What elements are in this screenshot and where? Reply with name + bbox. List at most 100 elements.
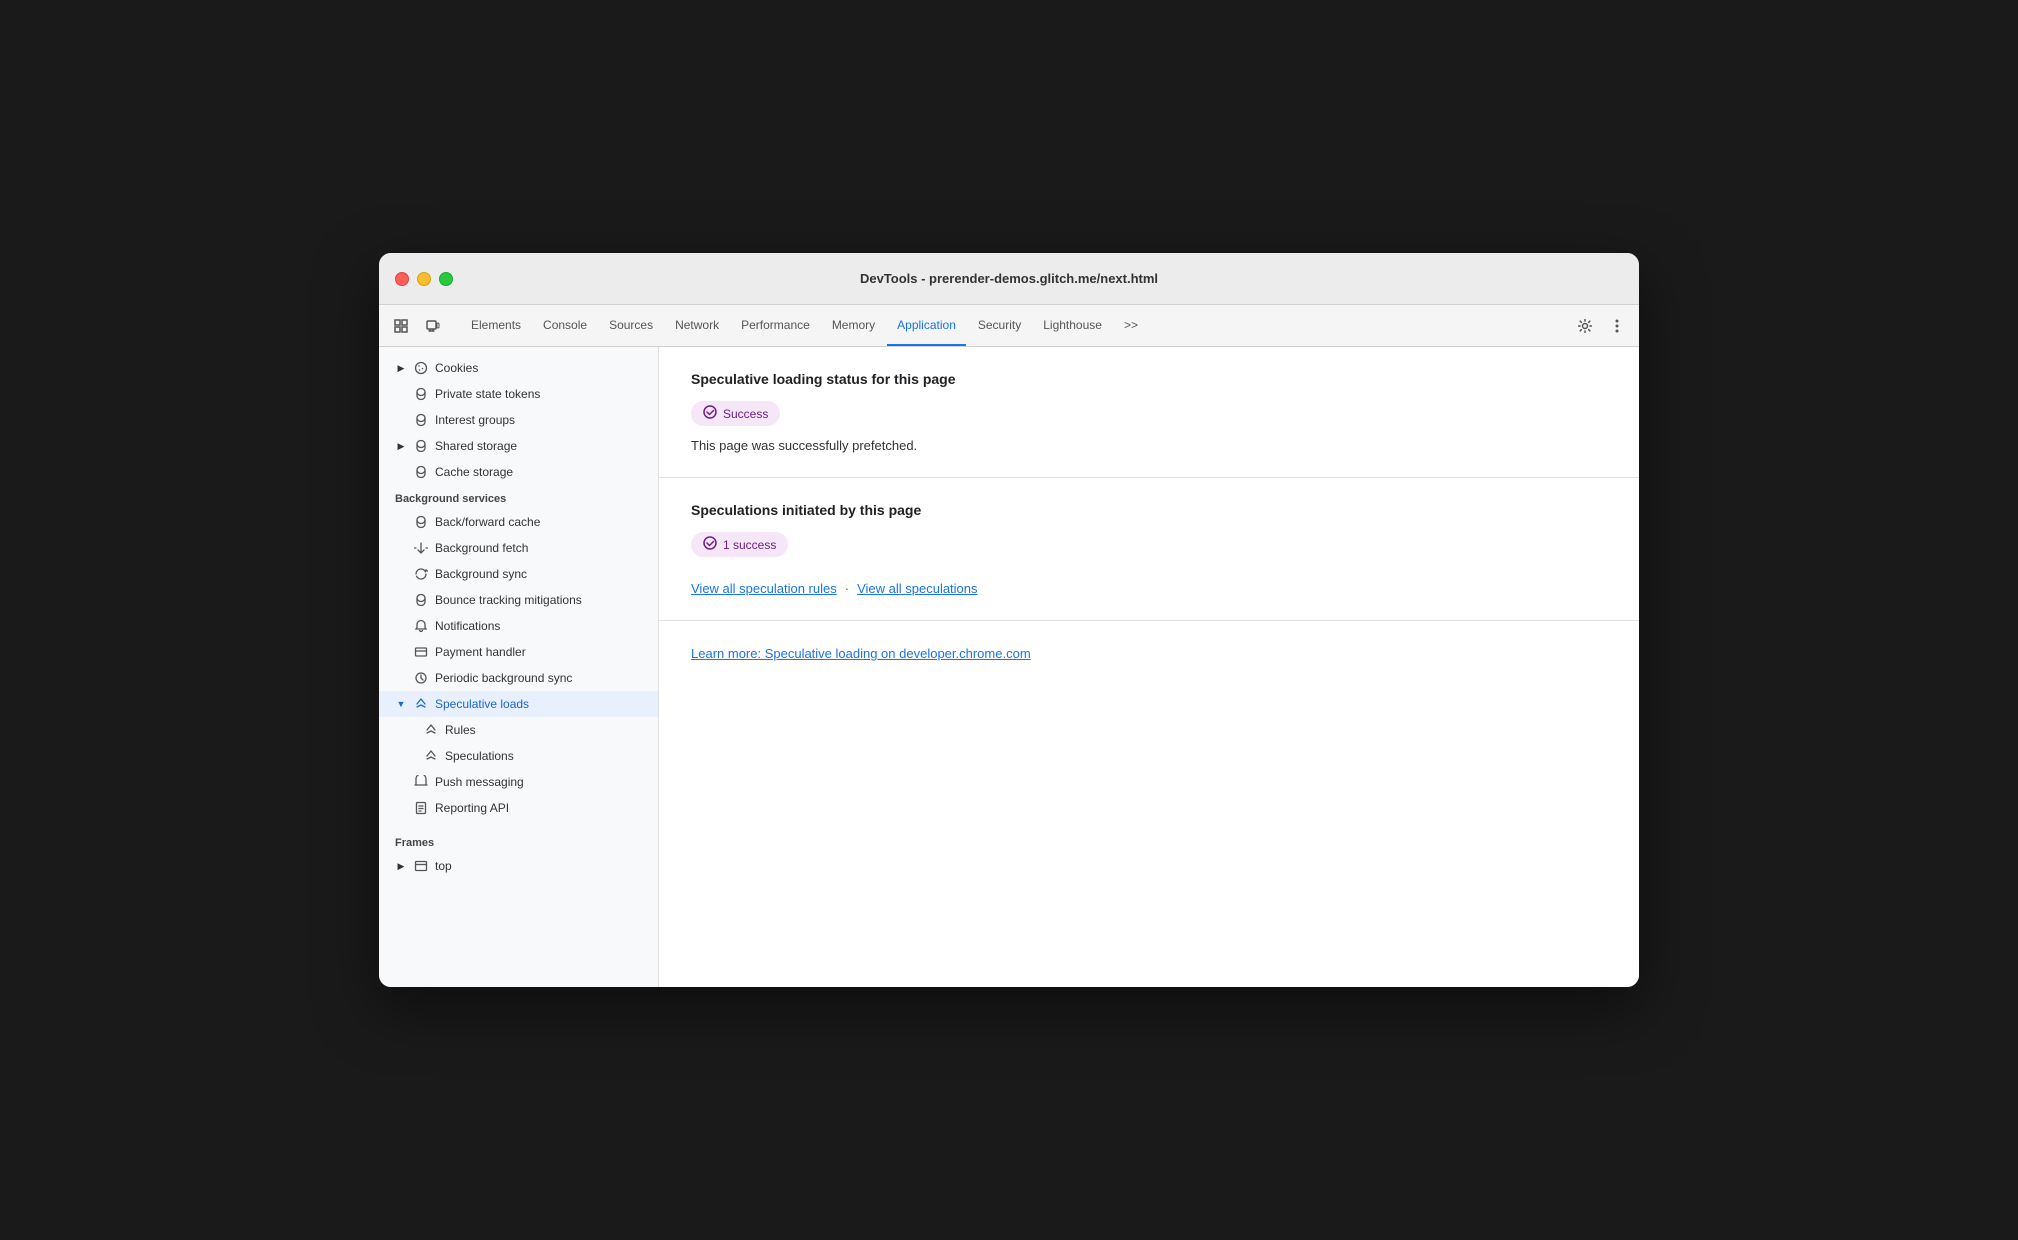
top-frame-icon xyxy=(413,858,429,874)
tab-actions xyxy=(1571,305,1631,346)
sidebar-item-bg-fetch[interactable]: ▶ Background fetch xyxy=(379,535,658,561)
status-section: Speculative loading status for this page… xyxy=(659,347,1639,478)
sidebar-item-top-frame[interactable]: ▶ top xyxy=(379,853,658,879)
top-frame-expand-icon: ▶ xyxy=(395,860,407,872)
cache-storage-icon xyxy=(413,464,429,480)
shared-storage-expand: ▶ xyxy=(395,440,407,452)
bounce-tracking-icon xyxy=(413,592,429,608)
periodic-bg-sync-label: Periodic background sync xyxy=(435,671,650,685)
sidebar-item-reporting-api[interactable]: ▶ Reporting API xyxy=(379,795,658,821)
sidebar-item-shared-storage[interactable]: ▶ Shared storage xyxy=(379,433,658,459)
speculative-loads-icon xyxy=(413,696,429,712)
sidebar-item-interest-groups[interactable]: ▶ Interest groups xyxy=(379,407,658,433)
sidebar-item-notifications[interactable]: ▶ Notifications xyxy=(379,613,658,639)
sidebar-item-rules[interactable]: Rules xyxy=(379,717,658,743)
settings-icon[interactable] xyxy=(1571,312,1599,340)
tab-network[interactable]: Network xyxy=(665,305,729,346)
main-layout: ▶ Cookies ▶ xyxy=(379,347,1639,987)
shared-storage-icon xyxy=(413,438,429,454)
speculations-section: Speculations initiated by this page 1 su… xyxy=(659,478,1639,621)
learn-more-link[interactable]: Learn more: Speculative loading on devel… xyxy=(691,646,1031,661)
sidebar-item-back-forward[interactable]: ▶ Back/forward cache xyxy=(379,509,658,535)
link-separator: · xyxy=(845,581,849,596)
sidebar-item-cookies[interactable]: ▶ Cookies xyxy=(379,355,658,381)
view-speculation-rules-link[interactable]: View all speculation rules xyxy=(691,581,837,596)
tab-more[interactable]: >> xyxy=(1114,305,1148,346)
back-forward-label: Back/forward cache xyxy=(435,515,650,529)
bg-fetch-label: Background fetch xyxy=(435,541,650,555)
tab-performance[interactable]: Performance xyxy=(731,305,820,346)
tab-security[interactable]: Security xyxy=(968,305,1031,346)
speculation-links: View all speculation rules · View all sp… xyxy=(691,581,1607,596)
speculations-title: Speculations initiated by this page xyxy=(691,502,1607,518)
push-messaging-label: Push messaging xyxy=(435,775,650,789)
minimize-button[interactable] xyxy=(417,272,431,286)
top-frame-label: top xyxy=(435,859,650,873)
status-badge: Success xyxy=(691,401,780,426)
cookies-icon xyxy=(413,360,429,376)
notifications-label: Notifications xyxy=(435,619,650,633)
devtools-window: DevTools - prerender-demos.glitch.me/nex… xyxy=(379,253,1639,987)
rules-icon xyxy=(423,722,439,738)
speculations-icon xyxy=(423,748,439,764)
payment-handler-icon xyxy=(413,644,429,660)
bounce-tracking-label: Bounce tracking mitigations xyxy=(435,593,650,607)
tab-sources[interactable]: Sources xyxy=(599,305,663,346)
private-state-icon xyxy=(413,386,429,402)
sidebar-item-speculations[interactable]: Speculations xyxy=(379,743,658,769)
sidebar-item-speculative-loads[interactable]: ▼ Speculative loads xyxy=(379,691,658,717)
window-title: DevTools - prerender-demos.glitch.me/nex… xyxy=(860,271,1158,286)
interest-groups-icon xyxy=(413,412,429,428)
payment-handler-label: Payment handler xyxy=(435,645,650,659)
sidebar-item-private-state[interactable]: ▶ Private state tokens xyxy=(379,381,658,407)
maximize-button[interactable] xyxy=(439,272,453,286)
inspect-icon[interactable] xyxy=(387,312,415,340)
speculations-label: Speculations xyxy=(445,749,650,763)
tab-icons xyxy=(387,305,447,346)
tabbar: Elements Console Sources Network Perform… xyxy=(379,305,1639,347)
more-options-icon[interactable] xyxy=(1603,312,1631,340)
background-services-header: Background services xyxy=(379,485,658,509)
device-icon[interactable] xyxy=(419,312,447,340)
tab-application[interactable]: Application xyxy=(887,305,966,346)
status-badge-icon xyxy=(703,405,717,422)
cookies-expand-icon: ▶ xyxy=(395,362,407,374)
titlebar: DevTools - prerender-demos.glitch.me/nex… xyxy=(379,253,1639,305)
tab-elements[interactable]: Elements xyxy=(461,305,531,346)
bg-sync-label: Background sync xyxy=(435,567,650,581)
sidebar: ▶ Cookies ▶ xyxy=(379,347,659,987)
close-button[interactable] xyxy=(395,272,409,286)
sidebar-item-push-messaging[interactable]: ▶ Push messaging xyxy=(379,769,658,795)
bg-sync-icon xyxy=(413,566,429,582)
speculations-badge: 1 success xyxy=(691,532,788,557)
status-badge-text: Success xyxy=(723,407,768,421)
tab-console[interactable]: Console xyxy=(533,305,597,346)
sidebar-item-payment-handler[interactable]: ▶ Payment handler xyxy=(379,639,658,665)
reporting-api-label: Reporting API xyxy=(435,801,650,815)
back-forward-icon xyxy=(413,514,429,530)
notifications-icon xyxy=(413,618,429,634)
speculative-loads-expand-icon: ▼ xyxy=(395,698,407,710)
sidebar-item-bg-sync[interactable]: ▶ Background sync xyxy=(379,561,658,587)
cache-storage-label: Cache storage xyxy=(435,465,650,479)
cookies-label: Cookies xyxy=(435,361,650,375)
private-state-label: Private state tokens xyxy=(435,387,650,401)
sidebar-item-bounce-tracking[interactable]: ▶ Bounce tracking mitigations xyxy=(379,587,658,613)
push-messaging-icon xyxy=(413,774,429,790)
frames-header: Frames xyxy=(379,829,658,853)
tab-lighthouse[interactable]: Lighthouse xyxy=(1033,305,1112,346)
learn-more-section: Learn more: Speculative loading on devel… xyxy=(659,621,1639,687)
bg-fetch-icon xyxy=(413,540,429,556)
reporting-api-icon xyxy=(413,800,429,816)
content-area: Speculative loading status for this page… xyxy=(659,347,1639,987)
tab-memory[interactable]: Memory xyxy=(822,305,885,346)
sidebar-item-cache-storage[interactable]: ▶ Cache storage xyxy=(379,459,658,485)
sidebar-item-periodic-bg-sync[interactable]: ▶ Periodic background sync xyxy=(379,665,658,691)
rules-label: Rules xyxy=(445,723,650,737)
speculations-badge-icon xyxy=(703,536,717,553)
speculations-badge-text: 1 success xyxy=(723,538,776,552)
view-all-speculations-link[interactable]: View all speculations xyxy=(857,581,977,596)
shared-storage-label: Shared storage xyxy=(435,439,650,453)
periodic-bg-sync-icon xyxy=(413,670,429,686)
traffic-lights xyxy=(395,272,453,286)
